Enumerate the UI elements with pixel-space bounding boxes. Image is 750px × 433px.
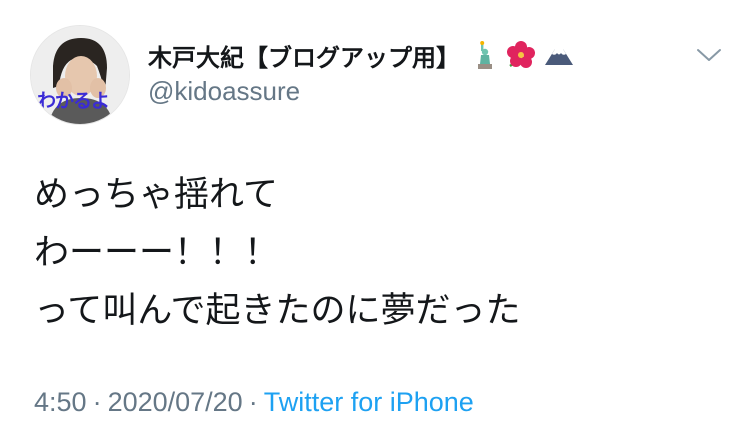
tweet-source-link[interactable]: Twitter for iPhone <box>264 387 474 417</box>
tweet-text-line: って叫んで起きたのに夢だった <box>34 291 521 331</box>
tweet-date[interactable]: 2020/07/20 <box>108 387 243 417</box>
statue-of-liberty-icon <box>478 41 492 69</box>
tweet-time[interactable]: 4:50 <box>34 387 87 417</box>
meta-separator: · <box>248 387 258 417</box>
hibiscus-icon <box>507 41 535 68</box>
tweet-text-line: めっちゃ揺れて <box>34 175 278 215</box>
avatar-caption: わかるよ <box>37 90 110 112</box>
tweet-text-line: わーーー！！！ <box>34 233 280 273</box>
tweet-card: わかるよ 木戸大紀【ブログアップ用】 @kidoassure めっちゃ揺れて わ… <box>0 0 750 433</box>
tweet-text: めっちゃ揺れて わーーー！！！ って叫んで起きたのに夢だった <box>34 166 521 340</box>
meta-separator: · <box>92 387 102 417</box>
mount-fuji-icon <box>545 49 573 65</box>
name-row: 木戸大紀【ブログアップ用】 <box>148 36 574 74</box>
chevron-down-icon[interactable] <box>696 46 722 64</box>
display-name[interactable]: 木戸大紀【ブログアップ用】 <box>148 38 460 73</box>
handle[interactable]: @kidoassure <box>148 76 300 107</box>
tweet-meta: 4:50 · 2020/07/20 · Twitter for iPhone <box>34 387 474 418</box>
avatar[interactable]: わかるよ <box>30 25 130 125</box>
